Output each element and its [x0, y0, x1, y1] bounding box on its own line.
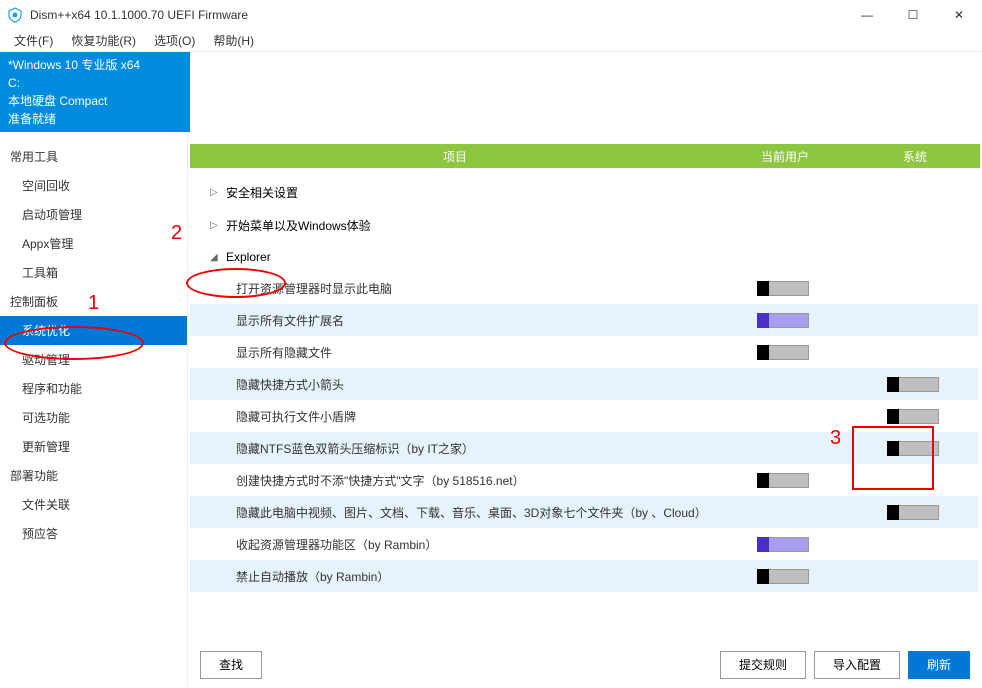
menu-file[interactable]: 文件(F)	[6, 30, 61, 51]
user-toggle-cell	[718, 281, 848, 296]
user-toggle-cell	[718, 537, 848, 552]
sidebar-item-startup[interactable]: 启动项管理	[0, 200, 187, 229]
content-area: 项目 当前用户 系统 ▷ 安全相关设置 ▷ 开始菜单以及Windows体验 ◢ …	[188, 132, 982, 686]
sidebar-item-programs[interactable]: 程序和功能	[0, 374, 187, 403]
setting-row: 创建快捷方式时不添"快捷方式"文字（by 518516.net）	[190, 464, 978, 496]
submit-rule-button[interactable]: 提交规则	[720, 651, 806, 679]
setting-row: 隐藏NTFS蓝色双箭头压缩标识（by IT之家）	[190, 432, 978, 464]
group-label: 开始菜单以及Windows体验	[226, 217, 371, 234]
sidebar: 常用工具 空间回收 启动项管理 Appx管理 工具箱 控制面板 系统优化 驱动管…	[0, 132, 188, 686]
header-item: 项目	[190, 148, 720, 165]
menu-options[interactable]: 选项(O)	[146, 30, 203, 51]
setting-label: 隐藏此电脑中视频、图片、文档、下载、音乐、桌面、3D对象七个文件夹（by 、Cl…	[236, 504, 718, 521]
toggle-user[interactable]	[757, 569, 809, 584]
find-button[interactable]: 查找	[200, 651, 262, 679]
setting-row: 隐藏此电脑中视频、图片、文档、下载、音乐、桌面、3D对象七个文件夹（by 、Cl…	[190, 496, 978, 528]
user-toggle-cell	[718, 473, 848, 488]
setting-row: 收起资源管理器功能区（by Rambin）	[190, 528, 978, 560]
toggle-system[interactable]	[887, 441, 939, 456]
sidebar-cat-tools: 常用工具	[0, 142, 187, 171]
close-button[interactable]: ✕	[936, 0, 982, 30]
setting-row: 打开资源管理器时显示此电脑	[190, 272, 978, 304]
sidebar-cat-control: 控制面板	[0, 287, 187, 316]
system-toggle-cell	[848, 377, 978, 392]
toggle-user[interactable]	[757, 313, 809, 328]
setting-row: 显示所有隐藏文件	[190, 336, 978, 368]
sidebar-item-cleanup[interactable]: 空间回收	[0, 171, 187, 200]
status-text: 准备就绪	[8, 110, 190, 128]
setting-row: 隐藏快捷方式小箭头	[190, 368, 978, 400]
menu-recovery[interactable]: 恢复功能(R)	[63, 30, 144, 51]
toggle-system[interactable]	[887, 409, 939, 424]
system-info-banner[interactable]: *Windows 10 专业版 x64 C: 本地硬盘 Compact 准备就绪	[0, 52, 190, 132]
setting-row: 隐藏可执行文件小盾牌	[190, 400, 978, 432]
setting-label: 显示所有文件扩展名	[236, 312, 718, 329]
setting-label: 隐藏可执行文件小盾牌	[236, 408, 718, 425]
sidebar-item-fileassoc[interactable]: 文件关联	[0, 490, 187, 519]
sidebar-item-unattend[interactable]: 预应答	[0, 519, 187, 548]
setting-label: 隐藏快捷方式小箭头	[236, 376, 718, 393]
group-label: 安全相关设置	[226, 184, 298, 201]
drive-letter: C:	[8, 74, 190, 92]
toggle-user[interactable]	[757, 281, 809, 296]
toggle-user[interactable]	[757, 345, 809, 360]
sidebar-item-optimize[interactable]: 系统优化	[0, 316, 187, 345]
toggle-user[interactable]	[757, 537, 809, 552]
user-toggle-cell	[718, 345, 848, 360]
import-config-button[interactable]: 导入配置	[814, 651, 900, 679]
app-icon	[6, 6, 24, 24]
sidebar-item-updates[interactable]: 更新管理	[0, 432, 187, 461]
setting-row: 显示所有文件扩展名	[190, 304, 978, 336]
refresh-button[interactable]: 刷新	[908, 651, 970, 679]
sidebar-cat-deploy: 部署功能	[0, 461, 187, 490]
setting-label: 显示所有隐藏文件	[236, 344, 718, 361]
group-security[interactable]: ▷ 安全相关设置	[190, 176, 978, 209]
sidebar-item-optional[interactable]: 可选功能	[0, 403, 187, 432]
sidebar-item-drivers[interactable]: 驱动管理	[0, 345, 187, 374]
settings-scroll[interactable]: ▷ 安全相关设置 ▷ 开始菜单以及Windows体验 ◢ Explorer 打开…	[190, 176, 980, 642]
window-title: Dism++x64 10.1.1000.70 UEFI Firmware	[30, 8, 248, 22]
chevron-right-icon: ▷	[210, 187, 220, 198]
title-bar: Dism++x64 10.1.1000.70 UEFI Firmware — ☐…	[0, 0, 982, 30]
column-headers: 项目 当前用户 系统	[190, 144, 980, 168]
header-system: 系统	[850, 148, 980, 165]
setting-label: 创建快捷方式时不添"快捷方式"文字（by 518516.net）	[236, 472, 718, 489]
sidebar-item-toolbox[interactable]: 工具箱	[0, 258, 187, 287]
user-toggle-cell	[718, 569, 848, 584]
toggle-user[interactable]	[757, 473, 809, 488]
group-startmenu[interactable]: ▷ 开始菜单以及Windows体验	[190, 209, 978, 242]
setting-label: 收起资源管理器功能区（by Rambin）	[236, 536, 718, 553]
chevron-down-icon: ◢	[210, 252, 220, 263]
group-explorer[interactable]: ◢ Explorer	[190, 242, 978, 272]
system-toggle-cell	[848, 409, 978, 424]
menu-bar: 文件(F) 恢复功能(R) 选项(O) 帮助(H)	[0, 30, 982, 52]
system-toggle-cell	[848, 441, 978, 456]
maximize-button[interactable]: ☐	[890, 0, 936, 30]
sidebar-item-appx[interactable]: Appx管理	[0, 229, 187, 258]
chevron-right-icon: ▷	[210, 220, 220, 231]
group-label: Explorer	[226, 250, 271, 264]
user-toggle-cell	[718, 313, 848, 328]
bottom-toolbar: 查找 提交规则 导入配置 刷新	[190, 642, 980, 686]
toggle-system[interactable]	[887, 505, 939, 520]
setting-label: 隐藏NTFS蓝色双箭头压缩标识（by IT之家）	[236, 440, 718, 457]
setting-label: 禁止自动播放（by Rambin）	[236, 568, 718, 585]
setting-row: 禁止自动播放（by Rambin）	[190, 560, 978, 592]
disk-type: 本地硬盘 Compact	[8, 92, 190, 110]
system-toggle-cell	[848, 505, 978, 520]
setting-label: 打开资源管理器时显示此电脑	[236, 280, 718, 297]
menu-help[interactable]: 帮助(H)	[205, 30, 262, 51]
header-user: 当前用户	[720, 148, 850, 165]
minimize-button[interactable]: —	[844, 0, 890, 30]
os-name: *Windows 10 专业版 x64	[8, 56, 190, 74]
toggle-system[interactable]	[887, 377, 939, 392]
